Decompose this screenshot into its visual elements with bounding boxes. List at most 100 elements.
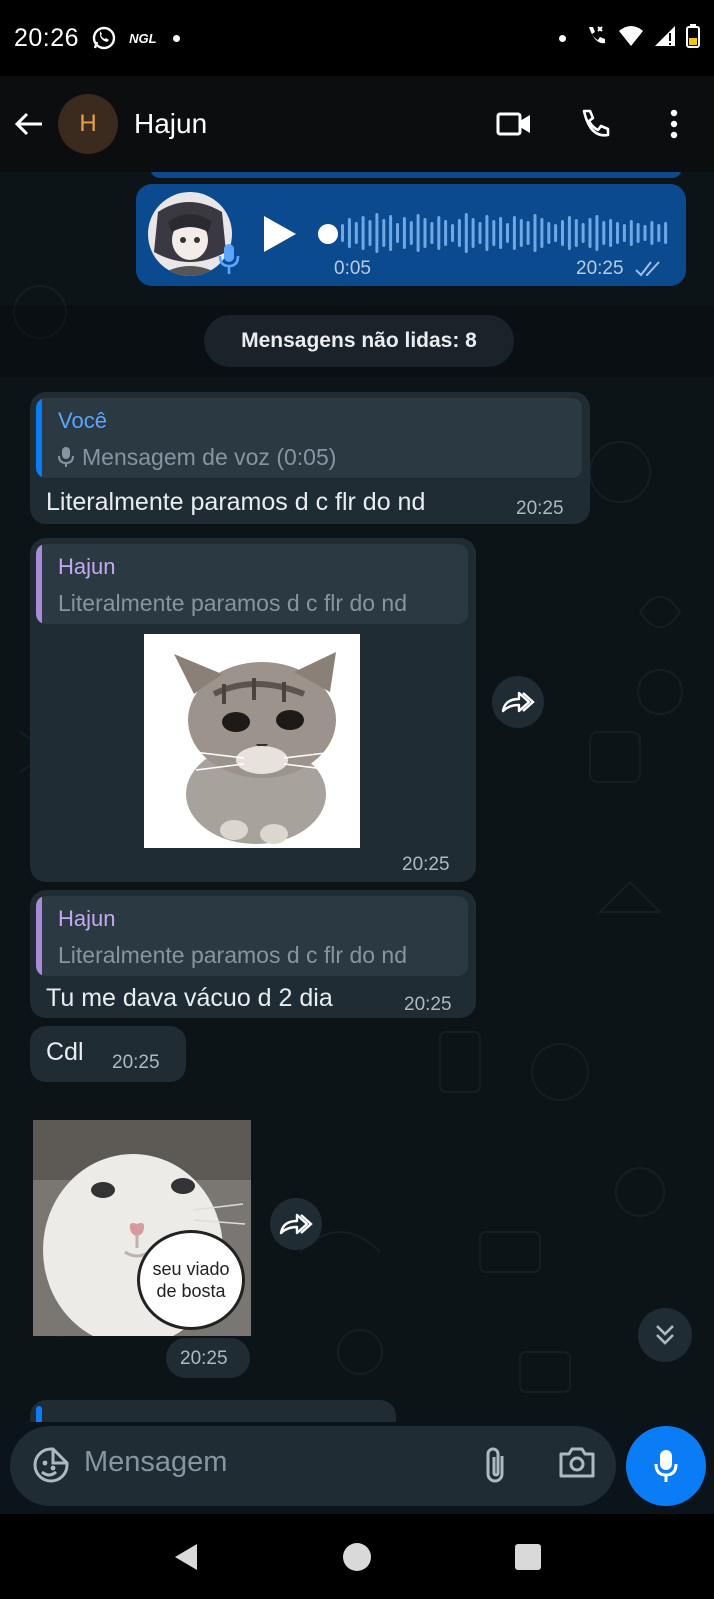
back-button[interactable]: [0, 76, 58, 172]
message-time: 20:25: [112, 1052, 160, 1073]
kitten-sticker[interactable]: [144, 634, 360, 848]
sticker-caption-line: de bosta: [156, 1281, 226, 1301]
message-time: 20:25: [404, 994, 452, 1015]
notification-dot-icon: [559, 34, 566, 42]
voice-waveform[interactable]: [340, 208, 670, 258]
incoming-message[interactable]: Você Mensagem de voz (0:05) Literalmente…: [30, 392, 590, 524]
waveform-bar: [643, 225, 647, 241]
record-voice-button[interactable]: [626, 1426, 706, 1506]
quote-bar: [36, 398, 42, 478]
bunny-sticker[interactable]: seu viado de bosta: [33, 1120, 251, 1336]
attach-button[interactable]: [480, 1446, 510, 1491]
forward-button[interactable]: [270, 1198, 322, 1250]
paperclip-icon: [486, 1447, 504, 1483]
quoted-message[interactable]: Hajun Literalmente paramos d c flr do nd: [36, 896, 468, 976]
wifi-icon: [618, 25, 644, 52]
waveform-bar: [347, 218, 351, 248]
waveform-bar: [464, 213, 468, 253]
incoming-sticker-message[interactable]: Hajun Literalmente paramos d c flr do nd: [30, 538, 476, 882]
waveform-bar: [396, 223, 399, 243]
waveform-bar: [451, 224, 454, 242]
waveform-bar: [389, 215, 393, 251]
arrow-left-icon: [14, 112, 42, 136]
waveform-bar: [457, 219, 461, 247]
waveform-bar: [506, 223, 509, 243]
quote-bar: [36, 544, 42, 624]
waveform-bar: [657, 224, 661, 242]
microphone-badge-icon: [218, 242, 240, 281]
message-input-container[interactable]: Mensagem: [10, 1426, 616, 1506]
nav-recents-button[interactable]: [498, 1527, 558, 1587]
header-actions: [474, 76, 714, 172]
waveform-bar: [341, 224, 344, 242]
quote-author: Você: [58, 408, 107, 433]
camera-icon: [559, 1447, 595, 1478]
camera-button[interactable]: [558, 1446, 596, 1485]
forward-button[interactable]: [492, 676, 544, 728]
nav-back-button[interactable]: [156, 1527, 216, 1587]
waveform-bar: [581, 223, 585, 243]
triangle-back-icon: [174, 1543, 197, 1570]
waveform-bar: [567, 216, 571, 250]
signal-icon: [654, 25, 676, 52]
waveform-bar: [478, 222, 482, 244]
whatsapp-chat-screen: 20:26 NGL H Hajun 0:05 20:25 Mensagens n…: [0, 0, 714, 1599]
waveform-bar: [519, 219, 523, 247]
waveform-bar: [664, 222, 668, 244]
chat-area[interactable]: 0:05 20:25 Mensagens não lidas: 8 Você M…: [0, 172, 714, 1422]
waveform-bar: [533, 214, 537, 252]
waveform-bar: [382, 219, 386, 247]
previous-message-edge: [150, 172, 682, 178]
voice-message-bubble[interactable]: 0:05 20:25: [136, 184, 686, 286]
message-composer: Mensagem: [0, 1422, 714, 1514]
quote-text: Mensagem de voz (0:05): [82, 444, 337, 470]
ngl-notification-icon: NGL: [129, 30, 157, 46]
phone-icon: [582, 109, 610, 137]
quoted-message[interactable]: Você Mensagem de voz (0:05): [36, 398, 582, 478]
message-time: 20:25: [516, 498, 564, 519]
wifi-call-icon: [584, 24, 608, 53]
whatsapp-notification-icon: [91, 25, 117, 51]
notification-dot-icon: [172, 34, 180, 42]
sticker-icon: [33, 1447, 69, 1483]
contact-name[interactable]: Hajun: [134, 108, 207, 140]
sticker-speech-bubble: seu viado de bosta: [137, 1230, 245, 1330]
quoted-message[interactable]: Hajun Literalmente paramos d c flr do nd: [36, 544, 468, 624]
incoming-message[interactable]: Cdl 20:25: [30, 1026, 186, 1082]
battery-icon: [686, 23, 700, 53]
square-recents-icon: [515, 1543, 542, 1570]
waveform-bar: [402, 217, 406, 249]
waveform-bar: [602, 221, 606, 245]
waveform-bar: [616, 222, 619, 244]
waveform-bar: [485, 215, 489, 251]
sticker-caption-line: seu viado: [152, 1258, 230, 1279]
vertical-dots-icon: [670, 109, 678, 139]
read-receipt-icon: [634, 260, 664, 283]
voice-progress-dot[interactable]: [318, 224, 338, 244]
waveform-bar: [629, 220, 633, 246]
quote-text: Literalmente paramos d c flr do nd: [58, 942, 408, 968]
waveform-bar: [512, 216, 516, 250]
more-options-button[interactable]: [634, 76, 714, 172]
sticker-emoji-button[interactable]: [32, 1446, 70, 1489]
waveform-bar: [409, 221, 413, 245]
incoming-message[interactable]: Hajun Literalmente paramos d c flr do nd…: [30, 890, 476, 1018]
voice-time: 20:25: [576, 258, 624, 279]
unread-count-label: Mensagens não lidas: 8: [204, 315, 514, 367]
nav-home-button[interactable]: [327, 1527, 387, 1587]
chat-header: H Hajun: [0, 76, 714, 172]
quote-bar: [36, 896, 42, 976]
voice-duration: 0:05: [334, 258, 371, 279]
waveform-bar: [588, 218, 592, 248]
video-call-button[interactable]: [474, 76, 554, 172]
waveform-bar: [650, 221, 654, 245]
system-navigation-bar: [0, 1514, 714, 1599]
waveform-bar: [574, 219, 578, 247]
voice-call-button[interactable]: [554, 76, 634, 172]
message-input[interactable]: Mensagem: [84, 1446, 227, 1479]
play-button[interactable]: [260, 212, 300, 261]
message-time: 20:25: [402, 854, 450, 875]
scroll-to-bottom-button[interactable]: [638, 1308, 692, 1362]
status-time: 20:26: [14, 23, 80, 52]
avatar[interactable]: H: [58, 94, 118, 154]
